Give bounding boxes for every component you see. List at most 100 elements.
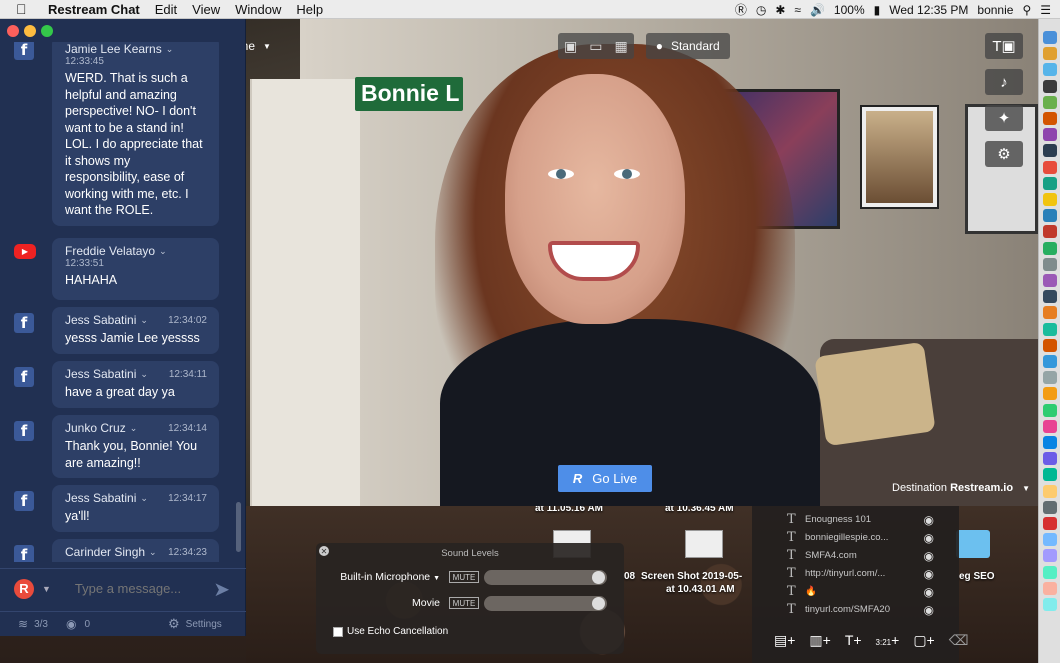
dock-app-icon[interactable] <box>1043 468 1057 482</box>
mic-source-dropdown[interactable]: Built-in Microphone ▼ <box>340 571 440 583</box>
app-menu[interactable]: Restream Chat <box>48 0 140 19</box>
eye-icon[interactable]: ◉ <box>924 585 934 599</box>
desktop-file-label[interactable]: eg SEO <box>959 571 995 582</box>
slider-knob[interactable] <box>592 597 605 610</box>
author-name[interactable]: Jamie Lee Kearns ⌄ <box>65 42 207 56</box>
message-input[interactable] <box>74 581 205 596</box>
dock-app-icon[interactable] <box>1043 306 1057 320</box>
desktop-file-label[interactable]: at 11.05.16 AM <box>535 506 603 514</box>
go-live-button[interactable]: R Go Live <box>558 465 652 492</box>
dock-app-icon[interactable] <box>1043 290 1057 304</box>
menu-edit[interactable]: Edit <box>155 0 177 19</box>
movie-level-slider[interactable] <box>484 596 607 611</box>
screen-icon[interactable]: ▭ <box>589 38 602 55</box>
dock-app-icon[interactable] <box>1043 517 1057 530</box>
echo-cancel-checkbox[interactable] <box>333 627 343 637</box>
dock-app-icon[interactable] <box>1043 355 1057 368</box>
overlay-item[interactable]: T 🔥 ◉ <box>752 583 959 600</box>
film-icon[interactable]: ▦ <box>614 38 627 55</box>
folder-icon[interactable] <box>956 530 990 558</box>
eye-icon[interactable]: ◉ <box>924 603 934 617</box>
menu-view[interactable]: View <box>192 0 220 19</box>
screenshot-thumbnail[interactable] <box>685 530 723 558</box>
overlay-item[interactable]: T SMFA4.com ◉ <box>752 547 959 564</box>
eye-icon[interactable]: ◉ <box>924 549 934 563</box>
dock-app-icon[interactable] <box>1043 371 1057 385</box>
dock-app-icon[interactable] <box>1043 257 1057 271</box>
clock[interactable]: Wed 12:35 PM <box>889 3 968 17</box>
dock-app-icon[interactable] <box>1043 338 1057 352</box>
dock-app-icon[interactable] <box>1043 112 1057 125</box>
dock-app-icon[interactable] <box>1043 144 1057 158</box>
settings-link[interactable]: Settings <box>186 619 222 630</box>
dock-app-icon[interactable] <box>1043 31 1057 44</box>
dock-app-icon[interactable] <box>1043 565 1057 579</box>
dock-app-icon[interactable] <box>1043 63 1057 77</box>
add-text-icon[interactable]: T+ <box>845 632 862 649</box>
message-list[interactable]: f Jamie Lee Kearns ⌄ 12:33:45 WERD. That … <box>0 42 246 562</box>
dock-app-icon[interactable] <box>1043 484 1057 498</box>
dock-app-icon[interactable] <box>1043 322 1057 336</box>
dock-app-icon[interactable] <box>1043 549 1057 563</box>
dock-app-icon[interactable] <box>1043 160 1057 174</box>
dock-app-icon[interactable] <box>1043 274 1057 287</box>
user-name[interactable]: bonnie <box>977 3 1013 17</box>
add-slideshow-icon[interactable]: ▥+ <box>809 632 830 649</box>
author-name[interactable]: Freddie Velatayo ⌄ <box>65 244 207 258</box>
zoom-window-button[interactable] <box>41 25 53 37</box>
dock-app-icon[interactable] <box>1043 225 1057 239</box>
overlay-item[interactable]: Ttinyurl.com/SMFA20 ◉ <box>752 601 959 618</box>
notification-center-icon[interactable]: ☰ <box>1040 3 1051 17</box>
menu-window[interactable]: Window <box>235 0 281 19</box>
spotlight-icon[interactable]: ⚲ <box>1022 3 1031 17</box>
slider-knob[interactable] <box>592 571 605 584</box>
dock-app-icon[interactable] <box>1043 387 1057 401</box>
eye-icon[interactable]: ◉ <box>924 531 934 545</box>
mic-mute-button[interactable]: MUTE <box>449 571 479 583</box>
overlay-item[interactable]: Tbonniegillespie.co... ◉ <box>752 529 959 546</box>
dock-app-icon[interactable] <box>1043 95 1057 109</box>
layout-mode-button[interactable]: ● Standard <box>645 33 730 59</box>
apple-icon[interactable]:  <box>16 0 30 19</box>
gear-icon[interactable]: ⚙ <box>985 141 1023 167</box>
dock-app-icon[interactable] <box>1043 193 1057 206</box>
camera-icon[interactable]: ▣ <box>564 38 577 55</box>
magic-wand-icon[interactable]: ✦ <box>985 105 1023 131</box>
add-folder-icon[interactable]: ▢+ <box>913 632 934 649</box>
menu-help[interactable]: Help <box>296 0 323 19</box>
dock-app-icon[interactable] <box>1043 598 1057 611</box>
dock-app-icon[interactable] <box>1043 500 1057 514</box>
overlay-item[interactable]: T Enougness 101 ◉ <box>752 511 959 528</box>
add-image-icon[interactable]: ▤+ <box>774 632 795 649</box>
bluetooth-icon[interactable]: ✱ <box>775 3 785 17</box>
chat-scrollbar[interactable] <box>236 502 241 552</box>
dock-app-icon[interactable] <box>1043 581 1057 595</box>
restream-status-icon[interactable]: Ⓡ <box>735 1 747 18</box>
dock-app-icon[interactable] <box>1043 241 1057 255</box>
mic-settings-icon[interactable]: ♪ <box>985 69 1023 95</box>
mic-level-slider[interactable] <box>484 570 607 585</box>
desktop-file-label[interactable]: at 10.36.45 AM <box>665 506 734 514</box>
close-window-button[interactable] <box>7 25 19 37</box>
add-clock-icon[interactable]: 3:21+ <box>876 632 900 649</box>
dock-app-icon[interactable] <box>1043 47 1057 61</box>
dock-app-icon[interactable] <box>1043 452 1057 466</box>
dock-app-icon[interactable] <box>1043 128 1057 142</box>
restream-logo-icon[interactable]: R <box>14 578 34 599</box>
time-machine-icon[interactable]: ◷ <box>756 3 766 17</box>
dock-app-icon[interactable] <box>1043 436 1057 449</box>
dock-app-icon[interactable] <box>1043 176 1057 190</box>
volume-icon[interactable]: 🔊 <box>810 3 825 17</box>
text-image-icon[interactable]: T▣ <box>985 33 1023 59</box>
trash-icon[interactable]: ⌫ <box>949 632 969 649</box>
destination-selector[interactable]: Destination Restream.io ▼ <box>892 482 1030 494</box>
dock-app-icon[interactable] <box>1043 419 1057 433</box>
battery-icon[interactable]: ▮ <box>874 3 881 17</box>
desktop-file-label[interactable]: Screen Shot 2019-05- <box>641 571 742 582</box>
minimize-window-button[interactable] <box>24 25 36 37</box>
dock-app-icon[interactable] <box>1043 403 1057 417</box>
dock-app-icon[interactable] <box>1043 79 1057 93</box>
dock-app-icon[interactable] <box>1043 533 1057 547</box>
gear-icon[interactable]: ⚙ <box>168 616 180 632</box>
desktop-file-label[interactable]: 08 <box>624 571 635 582</box>
